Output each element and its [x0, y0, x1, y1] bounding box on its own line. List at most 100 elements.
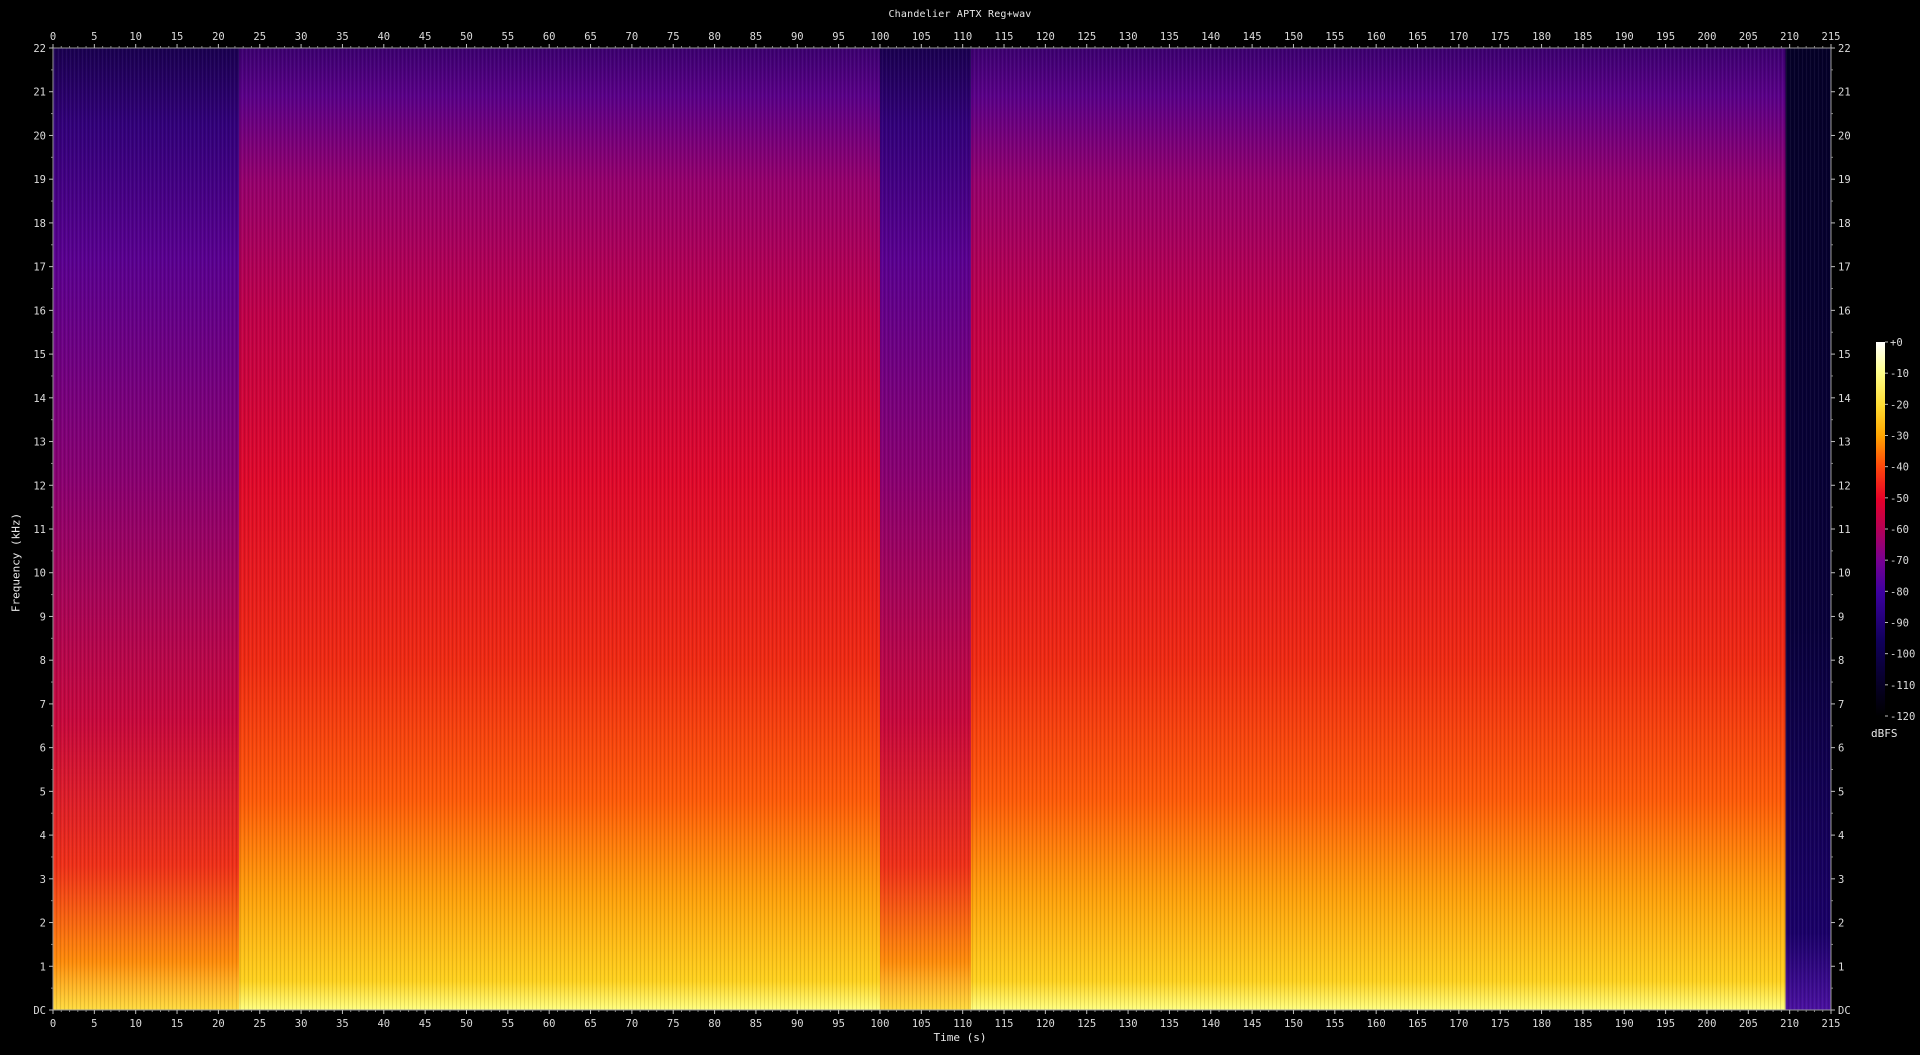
x-tick-label-bottom: 185	[1573, 1018, 1592, 1030]
x-tick-label-top: 95	[832, 31, 845, 43]
x-tick-label-bottom: 70	[626, 1018, 639, 1030]
y-tick-label-right: 18	[1838, 218, 1851, 230]
x-tick-label-bottom: 25	[253, 1018, 266, 1030]
x-tick-label-top: 155	[1325, 31, 1344, 43]
x-tick-label-bottom: 115	[995, 1018, 1014, 1030]
x-tick-label-bottom: 50	[460, 1018, 473, 1030]
y-tick-label-right: 11	[1838, 524, 1851, 536]
x-tick-label-top: 80	[708, 31, 721, 43]
x-tick-label-top: 160	[1367, 31, 1386, 43]
y-tick-label-left: 3	[40, 874, 46, 886]
x-tick-label-top: 85	[750, 31, 763, 43]
y-tick-label-right: 7	[1838, 699, 1844, 711]
y-tick-label-left: 14	[33, 393, 46, 405]
y-tick-label-left: 21	[33, 87, 46, 99]
x-tick-label-bottom: 65	[584, 1018, 597, 1030]
x-tick-label-top: 25	[253, 31, 266, 43]
y-tick-label-left: 19	[33, 174, 46, 186]
y-tick-label-right: 12	[1838, 480, 1851, 492]
x-tick-label-top: 20	[212, 31, 225, 43]
y-tick-label-right: 13	[1838, 437, 1851, 449]
y-tick-label-left: 7	[40, 699, 46, 711]
x-tick-label-bottom: 5	[91, 1018, 97, 1030]
x-tick-label-bottom: 100	[870, 1018, 889, 1030]
spectrogram-texture	[53, 48, 1831, 1010]
x-tick-label-top: 145	[1243, 31, 1262, 43]
x-tick-label-bottom: 210	[1780, 1018, 1799, 1030]
x-tick-label-top: 30	[295, 31, 308, 43]
y-tick-label-left: 12	[33, 480, 46, 492]
x-tick-label-top: 55	[502, 31, 515, 43]
x-tick-label-bottom: 205	[1739, 1018, 1758, 1030]
x-tick-label-top: 120	[1036, 31, 1055, 43]
y-tick-label-right: 17	[1838, 262, 1851, 274]
x-tick-label-bottom: 0	[50, 1018, 56, 1030]
y-tick-label-right: 22	[1838, 43, 1851, 55]
y-tick-label-right: 21	[1838, 87, 1851, 99]
y-tick-label-left: 13	[33, 437, 46, 449]
y-tick-label-right: 20	[1838, 130, 1851, 142]
colorbar-tick-label: -90	[1890, 618, 1909, 630]
x-tick-label-top: 50	[460, 31, 473, 43]
y-tick-label-left: 16	[33, 305, 46, 317]
x-tick-label-top: 150	[1284, 31, 1303, 43]
x-tick-label-bottom: 170	[1449, 1018, 1468, 1030]
colorbar-tick-label: -20	[1890, 399, 1909, 411]
x-tick-label-top: 60	[543, 31, 556, 43]
x-tick-label-bottom: 200	[1697, 1018, 1716, 1030]
y-tick-label-left: 1	[40, 961, 46, 973]
colorbar-tick-label: -40	[1890, 462, 1909, 474]
x-tick-label-bottom: 125	[1077, 1018, 1096, 1030]
y-tick-label-right: 2	[1838, 918, 1844, 930]
x-tick-label-bottom: 40	[377, 1018, 390, 1030]
x-tick-label-bottom: 140	[1201, 1018, 1220, 1030]
x-tick-label-bottom: 195	[1656, 1018, 1675, 1030]
y-tick-label-right: 4	[1838, 830, 1844, 842]
x-tick-label-bottom: 90	[791, 1018, 804, 1030]
y-tick-label-left: 20	[33, 130, 46, 142]
x-tick-label-bottom: 75	[667, 1018, 680, 1030]
x-tick-label-top: 185	[1573, 31, 1592, 43]
x-tick-label-top: 130	[1119, 31, 1138, 43]
x-tick-label-bottom: 160	[1367, 1018, 1386, 1030]
x-tick-label-bottom: 95	[832, 1018, 845, 1030]
x-tick-label-top: 115	[995, 31, 1014, 43]
x-tick-label-bottom: 10	[129, 1018, 142, 1030]
y-tick-label-left: 9	[40, 611, 46, 623]
x-tick-label-top: 40	[377, 31, 390, 43]
x-tick-label-top: 165	[1408, 31, 1427, 43]
y-tick-label-right: 16	[1838, 305, 1851, 317]
y-tick-label-left: 8	[40, 655, 46, 667]
x-tick-label-bottom: 180	[1532, 1018, 1551, 1030]
x-tick-label-bottom: 120	[1036, 1018, 1055, 1030]
y-tick-label-left: 17	[33, 262, 46, 274]
y-tick-label-right: 10	[1838, 568, 1851, 580]
y-tick-label-right: 19	[1838, 174, 1851, 186]
x-tick-label-bottom: 215	[1822, 1018, 1841, 1030]
colorbar-tick-label: -100	[1890, 649, 1915, 661]
x-tick-label-bottom: 145	[1243, 1018, 1262, 1030]
x-tick-label-top: 5	[91, 31, 97, 43]
y-tick-label-right: 15	[1838, 349, 1851, 361]
x-tick-label-top: 45	[419, 31, 432, 43]
x-tick-label-bottom: 35	[336, 1018, 349, 1030]
y-tick-label-left: DC	[33, 1005, 46, 1017]
x-tick-label-bottom: 105	[912, 1018, 931, 1030]
x-tick-label-top: 110	[953, 31, 972, 43]
x-tick-label-top: 180	[1532, 31, 1551, 43]
colorbar-tick-label: -80	[1890, 586, 1909, 598]
y-tick-label-left: 5	[40, 786, 46, 798]
x-tick-label-top: 135	[1160, 31, 1179, 43]
y-tick-label-right: 3	[1838, 874, 1844, 886]
x-tick-label-bottom: 60	[543, 1018, 556, 1030]
x-tick-label-top: 100	[870, 31, 889, 43]
x-tick-label-top: 105	[912, 31, 931, 43]
x-tick-label-bottom: 80	[708, 1018, 721, 1030]
y-tick-label-right: DC	[1838, 1005, 1851, 1017]
x-tick-label-top: 140	[1201, 31, 1220, 43]
x-tick-label-top: 35	[336, 31, 349, 43]
x-tick-label-top: 170	[1449, 31, 1468, 43]
y-tick-label-left: 15	[33, 349, 46, 361]
colorbar-tick-label: -120	[1890, 711, 1915, 723]
y-tick-label-right: 6	[1838, 743, 1844, 755]
